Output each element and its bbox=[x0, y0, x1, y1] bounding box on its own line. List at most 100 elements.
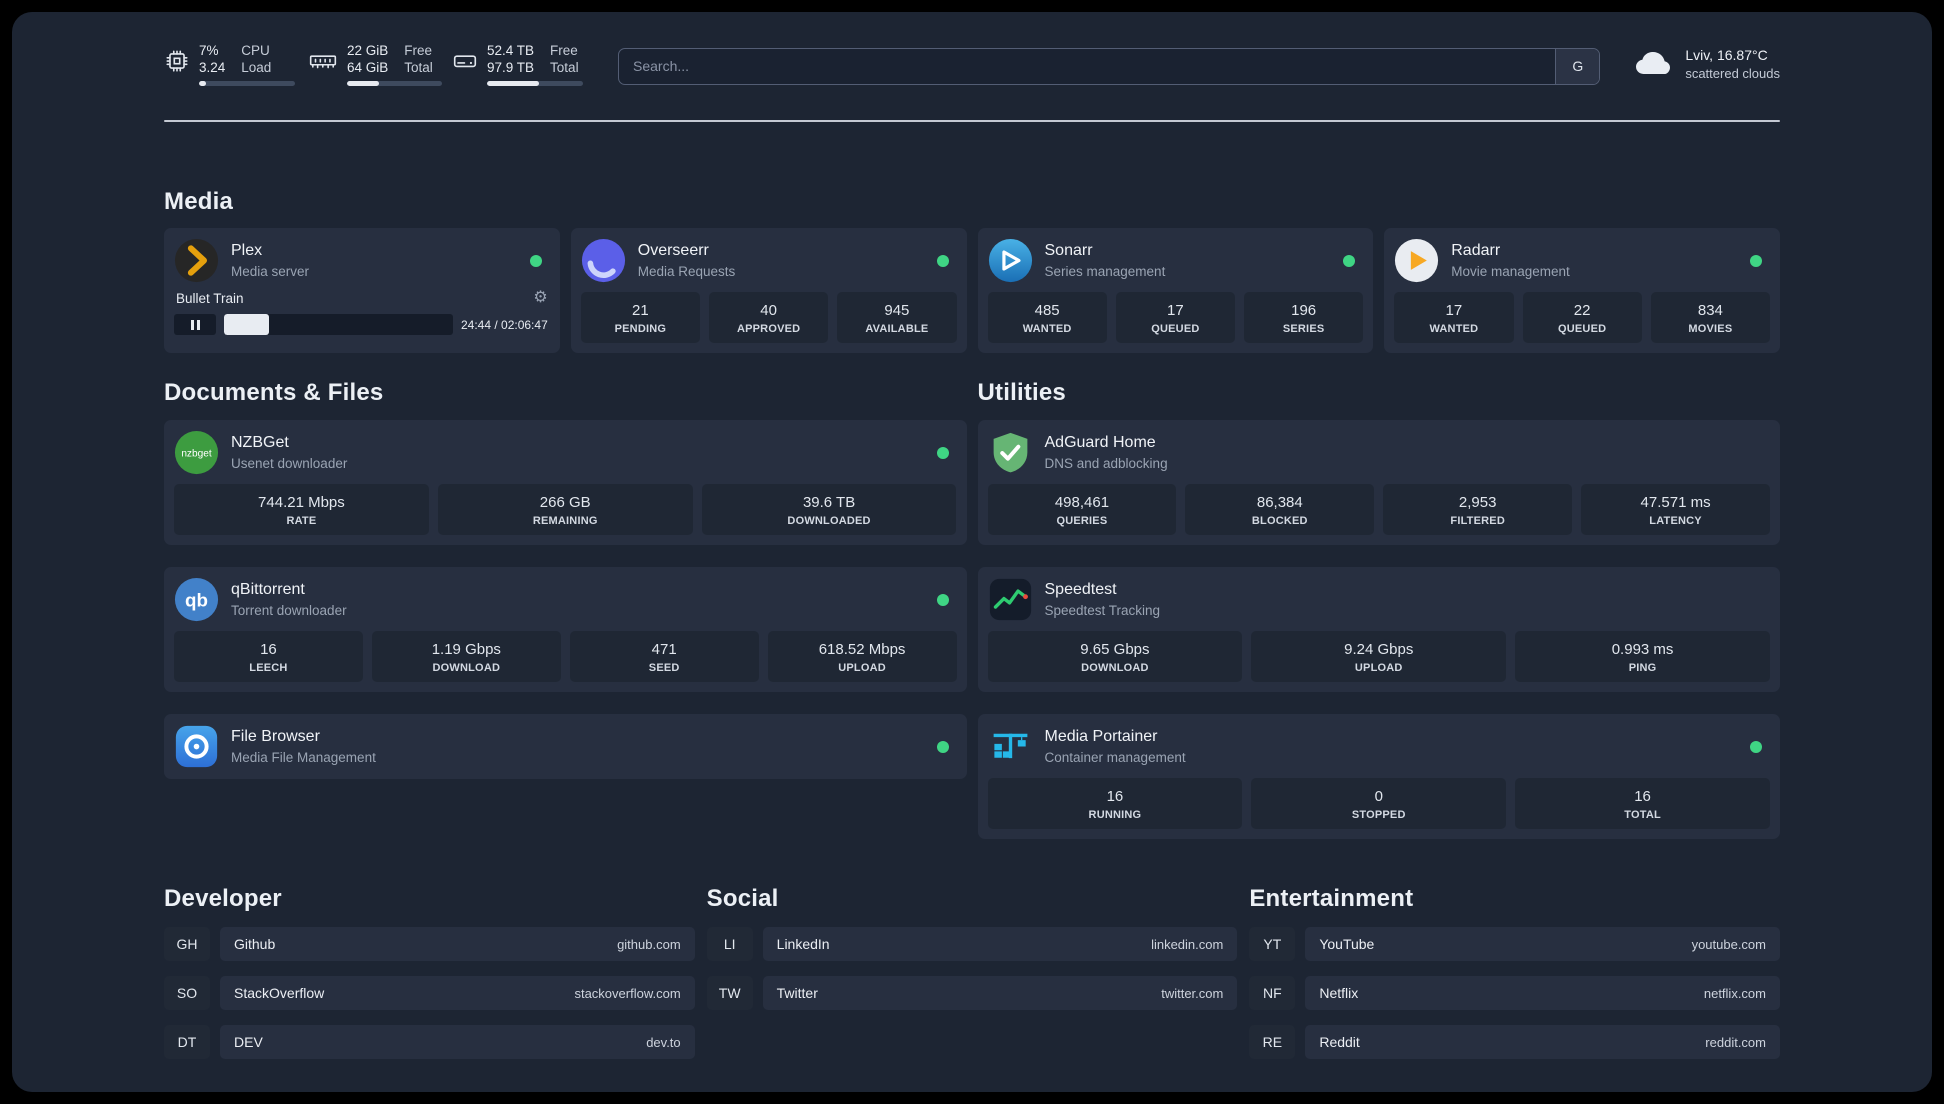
seek-bar[interactable] bbox=[224, 314, 453, 335]
bookmark-name: YouTube bbox=[1319, 936, 1375, 952]
bookmark-dev[interactable]: DT DEV dev.to bbox=[164, 1025, 695, 1059]
disk-free-value: 52.4 TB bbox=[487, 43, 535, 58]
bookmark-netflix[interactable]: NF Netflix netflix.com bbox=[1249, 976, 1780, 1010]
stat-tile: 498,461 QUERIES bbox=[987, 484, 1177, 535]
stat-tile: 196 SERIES bbox=[1244, 292, 1364, 343]
service-card-speedtest[interactable]: Speedtest Speedtest Tracking 9.65 Gbps D… bbox=[977, 567, 1780, 692]
stat-tile: 22 QUEUED bbox=[1522, 292, 1642, 343]
bookmark-url: netflix.com bbox=[1703, 985, 1766, 1001]
topbar-divider bbox=[164, 120, 1780, 122]
bookmark-reddit[interactable]: RE Reddit reddit.com bbox=[1249, 1025, 1780, 1059]
cpu-label-1: CPU bbox=[241, 43, 270, 58]
memory-free-value: 22 GiB bbox=[347, 43, 389, 58]
stat-value: 0 bbox=[1374, 788, 1383, 805]
gear-icon[interactable]: ⚙ bbox=[533, 290, 547, 306]
service-card-overseerr[interactable]: Overseerr Media Requests 21 PENDING 40 A… bbox=[570, 228, 967, 353]
seek-progress bbox=[224, 314, 269, 335]
stat-value: 9.65 Gbps bbox=[1080, 641, 1150, 658]
qbittorrent-icon: qb bbox=[174, 577, 219, 622]
service-subtitle: Movie management bbox=[1451, 264, 1570, 279]
service-card-sonarr[interactable]: Sonarr Series management 485 WANTED 17 Q… bbox=[977, 228, 1374, 353]
speedtest-icon bbox=[988, 577, 1033, 622]
stat-label: REMAINING bbox=[532, 515, 598, 527]
pause-button[interactable] bbox=[174, 314, 216, 335]
service-card-qbittorrent[interactable]: qb qBittorrent Torrent downloader 16 LEE… bbox=[164, 567, 967, 692]
stat-tile: 618.52 Mbps UPLOAD bbox=[767, 631, 957, 682]
stat-label: WANTED bbox=[1022, 323, 1072, 335]
bookmark-twitter[interactable]: TW Twitter twitter.com bbox=[706, 976, 1238, 1010]
status-dot bbox=[1343, 254, 1356, 267]
nzbget-icon: nzbget bbox=[174, 430, 219, 475]
cpu-label-2: Load bbox=[241, 60, 272, 75]
stat-value: 16 bbox=[260, 641, 277, 658]
bookmark-url: stackoverflow.com bbox=[574, 985, 681, 1001]
status-dot bbox=[936, 593, 949, 606]
bookmark-youtube[interactable]: YT YouTube youtube.com bbox=[1249, 927, 1780, 961]
stat-value: 16 bbox=[1634, 788, 1651, 805]
service-subtitle: Series management bbox=[1044, 264, 1166, 279]
stat-tile: 17 QUEUED bbox=[1115, 292, 1235, 343]
search-input[interactable] bbox=[619, 48, 1556, 84]
stat-label: QUEUED bbox=[1557, 323, 1607, 335]
stat-label: MOVIES bbox=[1688, 323, 1733, 335]
bookmark-group-social: Social LI LinkedIn linkedin.com TW Twitt… bbox=[706, 885, 1238, 1059]
stat-tile: 266 GB REMAINING bbox=[437, 484, 693, 535]
search-provider-button[interactable]: G bbox=[1555, 48, 1600, 84]
service-card-radarr[interactable]: Radarr Movie management 17 WANTED 22 QUE… bbox=[1384, 228, 1780, 353]
service-card-filebrowser[interactable]: File Browser Media File Management bbox=[164, 714, 967, 779]
stat-value: 618.52 Mbps bbox=[818, 641, 906, 658]
stat-value: 22 bbox=[1573, 302, 1591, 319]
memory-icon bbox=[308, 48, 338, 74]
media-widget: Bullet Train ⚙ 24:44 / 02:06:47 bbox=[174, 290, 550, 335]
bookmark-abbr: GH bbox=[164, 927, 210, 961]
service-card-portainer[interactable]: Media Portainer Container management 16 … bbox=[977, 714, 1780, 839]
stat-tile: 471 SEED bbox=[569, 631, 759, 682]
bookmark-name: Netflix bbox=[1319, 985, 1359, 1001]
stat-value: 744.21 Mbps bbox=[258, 494, 345, 511]
media-card-grid: Plex Media server Bullet Train ⚙ 24:44 /… bbox=[164, 228, 1780, 353]
stat-label: WANTED bbox=[1429, 323, 1479, 335]
service-card-nzbget[interactable]: nzbget NZBGet Usenet downloader 744.21 M… bbox=[164, 420, 967, 545]
stat-value: 39.6 TB bbox=[802, 494, 856, 511]
bookmark-group-entertainment: Entertainment YT YouTube youtube.com NF … bbox=[1249, 885, 1780, 1059]
filebrowser-icon bbox=[174, 724, 219, 769]
bookmark-stackoverflow[interactable]: SO StackOverflow stackoverflow.com bbox=[164, 976, 695, 1010]
service-card-adguard[interactable]: AdGuard Home DNS and adblocking 498,461 … bbox=[977, 420, 1780, 545]
stat-label: SERIES bbox=[1282, 323, 1325, 335]
status-dot bbox=[529, 254, 542, 267]
status-dot bbox=[1750, 740, 1762, 753]
stat-label: QUEUED bbox=[1151, 323, 1200, 335]
stat-tile: 47.571 ms LATENCY bbox=[1581, 484, 1770, 535]
status-dot bbox=[936, 254, 949, 267]
adguard-icon bbox=[988, 430, 1033, 475]
stat-value: 1.19 Gbps bbox=[431, 641, 501, 658]
svg-text:nzbget: nzbget bbox=[181, 448, 212, 459]
stat-value: 485 bbox=[1034, 302, 1060, 319]
stat-value: 17 bbox=[1445, 302, 1463, 319]
bookmark-name: Twitter bbox=[776, 985, 818, 1001]
bookmark-github[interactable]: GH Github github.com bbox=[164, 927, 695, 961]
weather-condition: scattered clouds bbox=[1685, 66, 1780, 81]
service-subtitle: Media Requests bbox=[637, 264, 736, 279]
status-dot bbox=[936, 446, 949, 459]
bookmark-url: dev.to bbox=[646, 1034, 681, 1050]
stat-label: BLOCKED bbox=[1251, 515, 1308, 527]
stat-label: FILTERED bbox=[1450, 515, 1505, 527]
status-dot bbox=[936, 740, 949, 753]
stat-label: DOWNLOADED bbox=[787, 515, 871, 527]
stat-label: DOWNLOAD bbox=[1081, 662, 1149, 674]
now-playing-title: Bullet Train bbox=[176, 290, 244, 306]
stat-label: TOTAL bbox=[1624, 809, 1661, 821]
weather-widget[interactable]: Lviv, 16.87°C scattered clouds bbox=[1632, 46, 1780, 82]
stat-label: AVAILABLE bbox=[865, 323, 929, 335]
stat-value: 266 GB bbox=[539, 494, 591, 511]
service-card-plex[interactable]: Plex Media server Bullet Train ⚙ 24:44 /… bbox=[164, 228, 560, 353]
stat-tile: 744.21 Mbps RATE bbox=[174, 484, 429, 535]
memory-total-value: 64 GiB bbox=[347, 60, 389, 75]
bookmarks-section: Developer GH Github github.com SO StackO… bbox=[164, 885, 1780, 1059]
memory-label-1: Free bbox=[404, 43, 433, 58]
service-title: AdGuard Home bbox=[1044, 434, 1156, 451]
bookmark-linkedin[interactable]: LI LinkedIn linkedin.com bbox=[706, 927, 1238, 961]
disk-label-2: Total bbox=[550, 60, 579, 75]
service-subtitle: Media server bbox=[231, 264, 310, 279]
